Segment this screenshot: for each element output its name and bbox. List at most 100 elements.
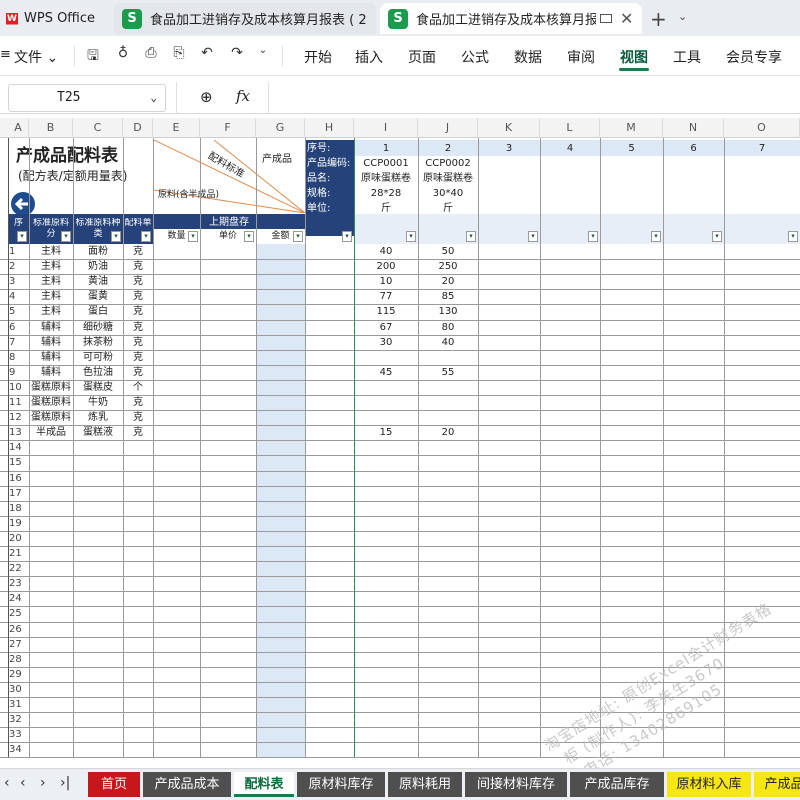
new-tab-plus-icon[interactable]: + xyxy=(650,7,667,31)
chevron-down-icon[interactable]: ⌄ xyxy=(254,45,272,63)
table-cell[interactable]: 55 xyxy=(418,365,478,380)
row-header[interactable]: 11 xyxy=(0,395,30,410)
column-header[interactable]: I xyxy=(354,118,418,138)
product-seq-cell[interactable]: 7 xyxy=(724,141,800,156)
column-header[interactable]: F xyxy=(200,118,256,138)
table-cell[interactable]: 克 xyxy=(123,259,153,274)
menu-data[interactable]: 数据 xyxy=(514,47,542,67)
column-header[interactable]: D xyxy=(123,118,153,138)
row-header[interactable]: 34 xyxy=(0,742,30,757)
table-cell[interactable]: 80 xyxy=(418,320,478,335)
table-cell[interactable]: 250 xyxy=(418,259,478,274)
row-header[interactable]: 8 xyxy=(0,350,30,365)
table-cell[interactable]: 克 xyxy=(123,244,153,259)
row-header[interactable]: 15 xyxy=(0,455,30,470)
row-header[interactable]: 12 xyxy=(0,410,30,425)
sheet-tab[interactable]: 原料耗用 xyxy=(388,772,462,797)
table-cell[interactable]: 克 xyxy=(123,410,153,425)
row-header[interactable]: 28 xyxy=(0,652,30,667)
row-header[interactable]: 14 xyxy=(0,440,30,455)
table-cell[interactable]: 50 xyxy=(418,244,478,259)
row-header[interactable]: 22 xyxy=(0,561,30,576)
filter-dropdown-icon[interactable]: ▾ xyxy=(111,231,121,242)
column-header[interactable]: H xyxy=(305,118,354,138)
product-spec-cell[interactable]: 28*28 xyxy=(354,186,418,201)
table-cell[interactable]: 蛋黄 xyxy=(73,289,123,304)
menu-insert[interactable]: 插入 xyxy=(355,47,383,67)
filter-dropdown-icon[interactable]: ▾ xyxy=(244,231,254,242)
table-cell[interactable]: 辅料 xyxy=(29,365,73,380)
chevron-down-icon[interactable]: ⌄ xyxy=(678,10,687,23)
redo-icon[interactable]: ↷ xyxy=(228,45,246,63)
row-header[interactable]: 27 xyxy=(0,637,30,652)
table-cell[interactable]: 克 xyxy=(123,365,153,380)
chevron-down-icon[interactable]: ⌄ xyxy=(150,91,157,104)
product-code-cell[interactable]: CCP0001 xyxy=(354,156,418,171)
tab-document-1[interactable]: S 食品加工进销存及成本核算月报表 ( 2 xyxy=(114,3,376,34)
product-seq-cell[interactable]: 4 xyxy=(540,141,600,156)
prev-sheet-icon[interactable]: ‹ xyxy=(20,775,26,791)
column-header[interactable]: N xyxy=(663,118,724,138)
menu-home[interactable]: 开始 xyxy=(304,47,332,67)
table-cell[interactable]: 辅料 xyxy=(29,320,73,335)
filter-dropdown-icon[interactable]: ▾ xyxy=(712,231,722,242)
product-seq-cell[interactable]: 2 xyxy=(418,141,478,156)
filter-dropdown-icon[interactable]: ▾ xyxy=(141,231,151,242)
table-cell[interactable]: 蛋糕原料 xyxy=(29,410,73,425)
product-code-cell[interactable]: CCP0002 xyxy=(418,156,478,171)
filter-dropdown-icon[interactable]: ▾ xyxy=(788,231,798,242)
table-cell[interactable]: 40 xyxy=(354,244,418,259)
table-cell[interactable]: 蛋糕液 xyxy=(73,425,123,440)
table-cell[interactable]: 克 xyxy=(123,304,153,319)
table-cell[interactable]: 细砂糖 xyxy=(73,320,123,335)
menu-page[interactable]: 页面 xyxy=(408,47,436,67)
table-cell[interactable]: 67 xyxy=(354,320,418,335)
column-header[interactable]: A xyxy=(8,118,29,138)
table-cell[interactable]: 半成品 xyxy=(29,425,73,440)
table-cell[interactable]: 克 xyxy=(123,320,153,335)
fx-icon[interactable]: fx xyxy=(236,87,250,105)
column-header[interactable]: M xyxy=(600,118,663,138)
table-cell[interactable]: 抹茶粉 xyxy=(73,335,123,350)
sheet-tab[interactable]: 产成品库存 xyxy=(570,772,664,797)
row-header[interactable]: 16 xyxy=(0,471,30,486)
column-header[interactable]: L xyxy=(540,118,600,138)
menu-tools[interactable]: 工具 xyxy=(673,47,701,67)
table-cell[interactable]: 面粉 xyxy=(73,244,123,259)
table-cell[interactable]: 牛奶 xyxy=(73,395,123,410)
sheet-tab[interactable]: 原材料库存 xyxy=(297,772,385,797)
row-header[interactable]: 20 xyxy=(0,531,30,546)
table-cell[interactable]: 克 xyxy=(123,335,153,350)
spreadsheet-grid[interactable]: ABCDEFGHIJKLMNO 产成品配料表 (配方表/定额用量表) 产成品 配… xyxy=(0,118,800,768)
table-cell[interactable]: 黄油 xyxy=(73,274,123,289)
row-header[interactable]: 24 xyxy=(0,591,30,606)
row-header[interactable]: 10 xyxy=(0,380,30,395)
row-header[interactable]: 17 xyxy=(0,486,30,501)
table-cell[interactable]: 主料 xyxy=(29,259,73,274)
row-header[interactable]: 33 xyxy=(0,727,30,742)
filter-dropdown-icon[interactable]: ▾ xyxy=(406,231,416,242)
table-cell[interactable]: 克 xyxy=(123,289,153,304)
table-cell[interactable]: 15 xyxy=(354,425,418,440)
row-header[interactable]: 29 xyxy=(0,667,30,682)
zoom-search-icon[interactable]: ⊕ xyxy=(200,88,213,106)
table-cell[interactable]: 炼乳 xyxy=(73,410,123,425)
product-seq-cell[interactable]: 6 xyxy=(663,141,724,156)
table-cell[interactable]: 蛋糕原料 xyxy=(29,380,73,395)
product-seq-cell[interactable]: 1 xyxy=(354,141,418,156)
row-header[interactable]: 7 xyxy=(0,335,30,350)
table-cell[interactable]: 蛋白 xyxy=(73,304,123,319)
table-cell[interactable]: 蛋糕皮 xyxy=(73,380,123,395)
sheet-tab[interactable]: 首页 xyxy=(88,772,140,797)
table-cell[interactable]: 主料 xyxy=(29,304,73,319)
table-cell[interactable]: 20 xyxy=(418,274,478,289)
print-icon[interactable]: ⎙ xyxy=(142,45,160,63)
sheet-tab[interactable]: 产成品 xyxy=(754,772,800,797)
filter-dropdown-icon[interactable]: ▾ xyxy=(61,231,71,242)
row-header[interactable]: 32 xyxy=(0,712,30,727)
menu-formula[interactable]: 公式 xyxy=(461,47,489,67)
tab-document-2[interactable]: S 食品加工进销存及成本核算月报 ✕ xyxy=(380,3,642,34)
menu-file[interactable]: 文件 ⌄ xyxy=(14,47,58,67)
window-icon[interactable] xyxy=(600,14,612,23)
row-header[interactable]: 18 xyxy=(0,501,30,516)
